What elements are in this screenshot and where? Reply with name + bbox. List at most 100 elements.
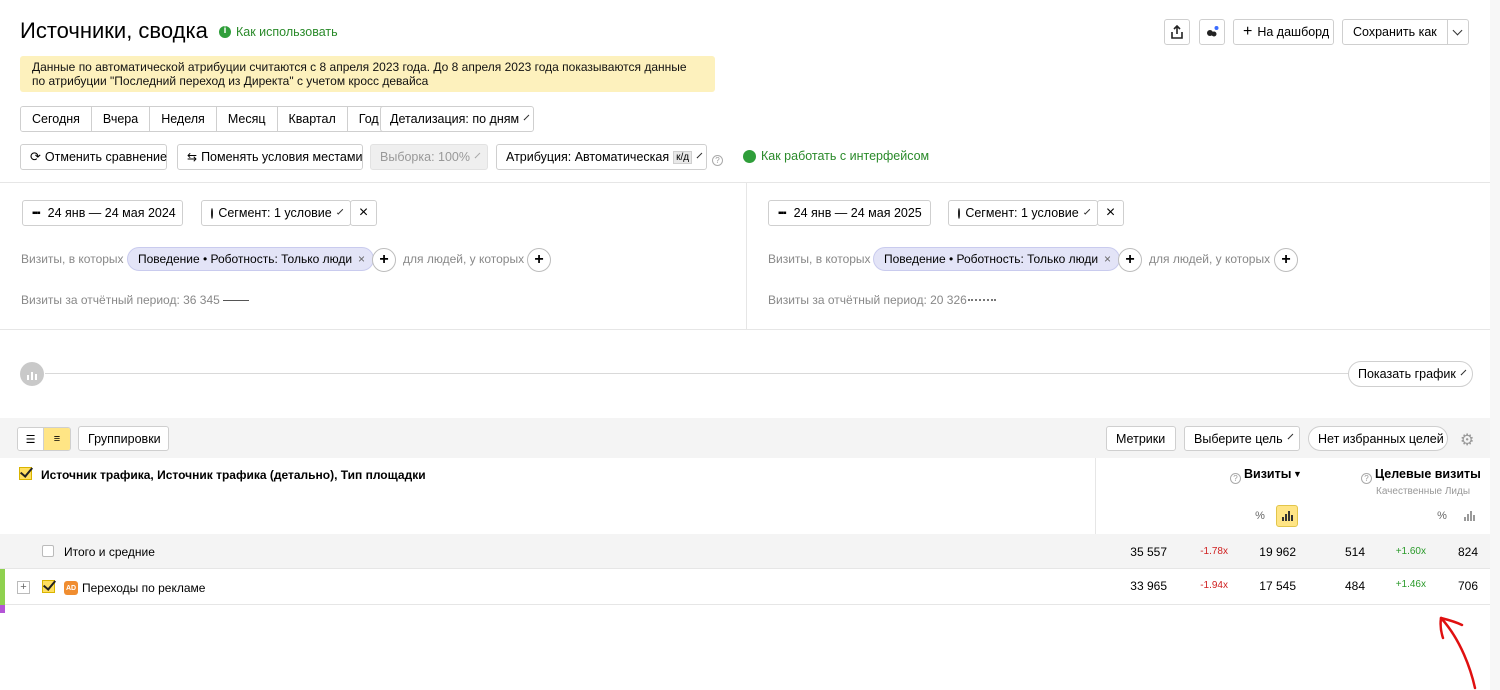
- goal-percent-toggle[interactable]: %: [1431, 505, 1453, 527]
- right-condition-chip[interactable]: Поведение • Роботность: Только люди ×: [873, 247, 1121, 271]
- ads-row-checkbox[interactable]: [42, 580, 55, 593]
- left-date-range-label: 24 янв — 24 мая 2024: [47, 206, 176, 220]
- list-view-icon[interactable]: ☰: [18, 428, 44, 450]
- right-segment-clear-button[interactable]: ×: [1097, 200, 1124, 226]
- left-segment-label: Сегмент: 1 условие: [218, 206, 332, 220]
- attribution-dropdown[interactable]: Атрибуция: Автоматическая к/д: [496, 144, 707, 170]
- red-arrow-annotation: [1439, 616, 1477, 690]
- period-today[interactable]: Сегодня: [21, 107, 92, 131]
- right-chip-label: Поведение • Роботность: Только люди: [884, 252, 1099, 266]
- select-all-checkbox[interactable]: [19, 467, 32, 480]
- how-to-use-link[interactable]: Как использовать: [219, 25, 338, 39]
- metrics-button[interactable]: Метрики: [1106, 426, 1176, 451]
- scrollbar-track[interactable]: [1490, 0, 1500, 690]
- interface-help-link[interactable]: Как работать с интерфейсом: [743, 149, 929, 163]
- plus-icon: +: [379, 251, 389, 268]
- right-visits-period: Визиты за отчётный период: 20 326: [768, 293, 967, 307]
- close-icon: ×: [358, 204, 369, 221]
- visits-column-header[interactable]: Визиты: [1244, 467, 1291, 481]
- alice-button[interactable]: [1199, 19, 1225, 45]
- choose-goal-dropdown[interactable]: Выберите цель: [1184, 426, 1300, 451]
- export-button[interactable]: [1164, 19, 1190, 45]
- save-as-button[interactable]: Сохранить как: [1342, 19, 1469, 45]
- gear-icon[interactable]: ⚙: [1460, 430, 1474, 450]
- cancel-compare-label: Отменить сравнение: [44, 150, 167, 164]
- percent-icon: %: [1437, 510, 1447, 522]
- timeline-line: [45, 373, 1350, 374]
- crossdevice-badge: к/д: [673, 150, 693, 164]
- chevron-down-icon: [474, 152, 481, 158]
- visits-percent-toggle[interactable]: %: [1249, 505, 1271, 527]
- left-visits-period: Визиты за отчётный период: 36 345: [21, 293, 220, 307]
- groupings-button[interactable]: Группировки: [78, 426, 169, 451]
- save-as-label: Сохранить как: [1353, 25, 1437, 39]
- left-date-range-button[interactable]: ▪▪▪ 24 янв — 24 мая 2024: [22, 200, 183, 226]
- row-color-marker: [0, 605, 5, 613]
- visits-bars-toggle[interactable]: [1276, 505, 1298, 527]
- goal-help-icon[interactable]: ?: [1361, 469, 1372, 484]
- attribution-notice: Данные по автоматической атрибуции счита…: [20, 56, 715, 92]
- left-condition-chip[interactable]: Поведение • Роботность: Только люди ×: [127, 247, 375, 271]
- left-segment-dropdown[interactable]: Сегмент: 1 условие: [201, 200, 351, 226]
- detail-dropdown[interactable]: Детализация: по дням: [380, 106, 534, 132]
- bar-chart-icon: [1281, 511, 1293, 521]
- choose-goal-label: Выберите цель: [1194, 431, 1283, 446]
- interface-help-label: Как работать с интерфейсом: [761, 149, 930, 163]
- right-series-line-dotted: [968, 299, 996, 301]
- attribution-help-icon[interactable]: ?: [712, 151, 723, 166]
- left-add-visit-condition-button[interactable]: +: [372, 248, 396, 272]
- cell-goal-2024: 514: [1344, 545, 1365, 559]
- close-icon[interactable]: ×: [358, 252, 365, 266]
- page-title: Источники, сводка: [20, 18, 208, 43]
- right-segment-label: Сегмент: 1 условие: [965, 206, 1079, 220]
- cell-goal-2024: 484: [1344, 579, 1365, 593]
- period-month[interactable]: Месяц: [216, 107, 278, 131]
- swap-icon: ⇆: [187, 150, 198, 164]
- chart-toggle-icon[interactable]: [20, 362, 44, 386]
- goal-name-subheader: Качественные Лиды: [1376, 486, 1471, 497]
- row-label[interactable]: Переходы по рекламе: [82, 581, 205, 595]
- favorite-goals-button[interactable]: Нет избранных целей: [1308, 426, 1448, 451]
- bar-chart-icon: [1463, 511, 1475, 521]
- sample-dropdown[interactable]: Выборка: 100%: [370, 144, 488, 170]
- visits-help-icon[interactable]: ?: [1230, 469, 1241, 484]
- cell-goal-2025: 706: [1457, 579, 1478, 593]
- show-chart-button[interactable]: Показать график: [1348, 361, 1473, 387]
- right-date-range-button[interactable]: ▪▪▪ 24 янв — 24 мая 2025: [768, 200, 931, 226]
- left-people-where-label: для людей, у которых: [403, 252, 525, 266]
- close-icon[interactable]: ×: [1104, 252, 1111, 266]
- period-week[interactable]: Неделя: [150, 107, 217, 131]
- chevron-down-icon: [1460, 369, 1467, 375]
- swap-label: Поменять условия местами: [201, 150, 363, 164]
- chevron-down-icon: [1287, 433, 1293, 440]
- goal-visits-column-header[interactable]: Целевые визиты: [1375, 467, 1481, 481]
- cell-visits-2024: 35 557: [1130, 545, 1167, 559]
- chevron-down-icon: [336, 207, 344, 215]
- left-add-people-condition-button[interactable]: +: [527, 248, 551, 272]
- view-mode-toggle: ☰ ≡: [17, 427, 71, 451]
- how-to-use-label: Как использовать: [236, 25, 338, 39]
- left-visits-where-label: Визиты, в которых: [21, 252, 124, 266]
- left-segment-clear-button[interactable]: ×: [350, 200, 377, 226]
- expand-row-button[interactable]: +: [17, 581, 30, 594]
- tree-view-icon[interactable]: ≡: [44, 428, 70, 450]
- cell-goal-2025: 824: [1457, 545, 1478, 559]
- right-add-people-condition-button[interactable]: +: [1274, 248, 1298, 272]
- sort-desc-icon[interactable]: ▼: [1293, 469, 1302, 479]
- right-add-visit-condition-button[interactable]: +: [1118, 248, 1142, 272]
- save-as-dropdown[interactable]: [1446, 20, 1468, 44]
- refresh-icon: ⟳: [30, 149, 41, 164]
- cancel-compare-button[interactable]: ⟳ Отменить сравнение: [20, 144, 167, 170]
- period-yesterday[interactable]: Вчера: [91, 107, 151, 131]
- left-chip-label: Поведение • Роботность: Только люди: [138, 252, 353, 266]
- plus-icon: +: [20, 581, 27, 593]
- totals-checkbox[interactable]: [42, 545, 54, 557]
- goal-bars-toggle[interactable]: [1458, 505, 1480, 527]
- to-dashboard-button[interactable]: + На дашборд: [1233, 19, 1334, 45]
- right-segment-dropdown[interactable]: Сегмент: 1 условие: [948, 200, 1098, 226]
- sample-label: Выборка: 100%: [380, 150, 470, 164]
- chevron-down-icon: [1452, 25, 1463, 35]
- period-quarter[interactable]: Квартал: [277, 107, 348, 131]
- swap-conditions-button[interactable]: ⇆ Поменять условия местами: [177, 144, 363, 170]
- pie-icon: [211, 207, 214, 219]
